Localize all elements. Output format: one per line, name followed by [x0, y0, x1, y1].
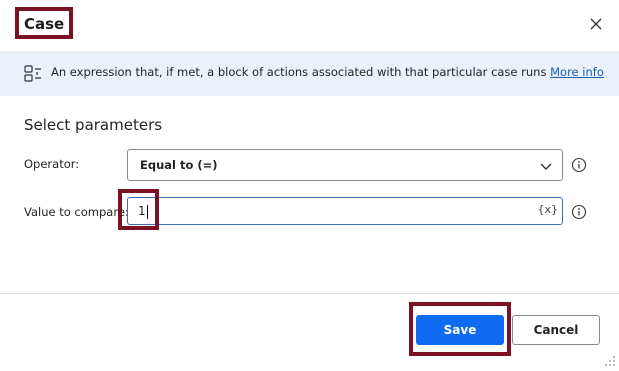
operator-info-circle-icon[interactable]: [571, 157, 587, 173]
insert-variable-button[interactable]: {x}: [537, 203, 558, 216]
info-text: An expression that, if met, a block of a…: [51, 65, 604, 79]
operator-label: Operator:: [24, 157, 80, 171]
resize-grip-icon[interactable]: [604, 352, 616, 366]
operator-value: Equal to (=): [140, 158, 218, 172]
info-banner: An expression that, if met, a block of a…: [0, 51, 619, 96]
close-icon[interactable]: [586, 14, 606, 34]
more-info-link[interactable]: More info: [550, 65, 604, 79]
save-button[interactable]: Save: [416, 315, 504, 345]
chevron-down-icon: [538, 158, 554, 174]
cancel-button[interactable]: Cancel: [512, 315, 600, 345]
info-list-icon: [24, 64, 42, 82]
info-description: An expression that, if met, a block of a…: [51, 65, 551, 79]
footer-divider: [0, 293, 619, 294]
dialog-title: Case: [24, 15, 65, 33]
value-highlight-box: [118, 189, 159, 230]
section-title: Select parameters: [24, 116, 163, 134]
value-to-compare-input[interactable]: 1 {x}: [127, 197, 563, 225]
operator-select[interactable]: Equal to (=): [127, 149, 563, 181]
value-info-circle-icon[interactable]: [571, 204, 587, 220]
value-to-compare-label: Value to compare:: [24, 205, 129, 219]
